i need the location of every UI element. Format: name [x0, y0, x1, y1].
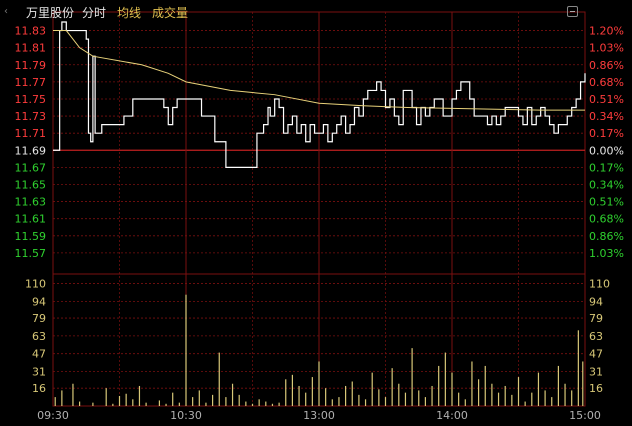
volume-tick-label-right: 63 — [589, 330, 603, 343]
volume-tick-label: 110 — [25, 278, 46, 291]
time-tick-label: 09:30 — [37, 409, 69, 422]
pct-tick-label: 1.03% — [589, 247, 624, 260]
pct-tick-label: 0.34% — [589, 110, 624, 123]
price-tick-label: 11.81 — [15, 42, 47, 55]
volume-legend[interactable]: 成交量 — [152, 4, 188, 21]
price-tick-label: 11.67 — [15, 161, 47, 174]
volume-tick-label: 63 — [32, 330, 46, 343]
volume-tick-label-right: 16 — [589, 382, 603, 395]
price-tick-label: 11.63 — [15, 196, 47, 209]
time-tick-label: 10:30 — [170, 409, 202, 422]
volume-tick-label-right: 47 — [589, 348, 603, 361]
pct-tick-label: 0.51% — [589, 196, 624, 209]
volume-tick-label: 31 — [32, 365, 46, 378]
price-tick-label: 11.75 — [15, 93, 47, 106]
price-tick-label: 11.61 — [15, 213, 47, 226]
minimize-button[interactable] — [567, 6, 578, 17]
volume-tick-label: 16 — [32, 382, 46, 395]
volume-tick-label: 94 — [32, 295, 46, 308]
pct-tick-label: 0.51% — [589, 93, 624, 106]
price-tick-label: 11.65 — [15, 178, 47, 191]
price-tick-label: 11.73 — [15, 110, 47, 123]
pct-tick-label: 0.68% — [589, 76, 624, 89]
intraday-chart: 11.83 1.20% 11.81 1.03% 11.79 0.86% 11.77 0.68%… — [15, 11, 624, 422]
volume-tick-label: 79 — [32, 312, 46, 325]
price-tick-label: 11.59 — [15, 230, 47, 243]
pct-tick-label: 0.00% — [589, 144, 624, 157]
pct-tick-label: 0.86% — [589, 230, 624, 243]
pct-tick-label: 0.17% — [589, 127, 624, 140]
time-tick-label: 14:00 — [436, 409, 468, 422]
price-tick-label: 11.77 — [15, 76, 47, 89]
chart-mode-tab[interactable]: 分时 — [82, 4, 106, 21]
stock-name: 万里股份 — [26, 6, 75, 20]
price-tick-label: 11.71 — [15, 127, 47, 140]
expand-panel-icon[interactable]: ‹ — [4, 6, 12, 18]
pct-tick-label: 0.86% — [589, 59, 624, 72]
price-tick-label: 11.69 — [15, 144, 47, 157]
pct-tick-label: 1.20% — [589, 25, 624, 38]
price-tick-label: 11.79 — [15, 59, 47, 72]
volume-tick-label-right: 110 — [589, 278, 610, 291]
volume-tick-label-right: 94 — [589, 295, 603, 308]
volume-tick-label-right: 31 — [589, 365, 603, 378]
time-tick-label: 15:00 — [569, 409, 601, 422]
pct-tick-label: 0.17% — [589, 161, 624, 174]
volume-tick-label-right: 79 — [589, 312, 603, 325]
time-tick-label: 13:00 — [303, 409, 335, 422]
avg-line-legend[interactable]: 均线 — [117, 4, 141, 21]
pct-tick-label: 1.03% — [589, 42, 624, 55]
price-tick-label: 11.83 — [15, 25, 47, 38]
chart-grid — [52, 11, 586, 407]
price-tick-label: 11.57 — [15, 247, 47, 260]
volume-tick-label: 47 — [32, 348, 46, 361]
pct-tick-label: 0.68% — [589, 213, 624, 226]
pct-tick-label: 0.34% — [589, 178, 624, 191]
